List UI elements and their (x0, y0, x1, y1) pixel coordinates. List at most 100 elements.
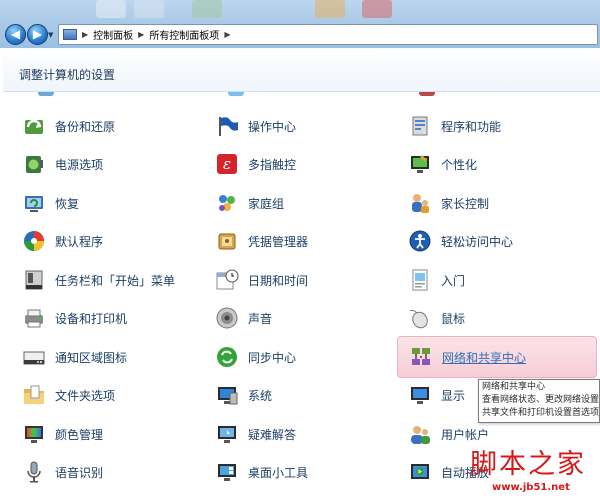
item-label: 家庭组 (248, 196, 285, 211)
partial-item-icon (419, 92, 435, 96)
item-label: 个性化 (441, 157, 478, 172)
recovery-icon (21, 190, 47, 216)
network-sharing-icon (408, 344, 434, 370)
item-multi-touch[interactable]: ε 多指触控 (214, 149, 296, 179)
action-center-icon (214, 113, 240, 139)
programs-features-icon (407, 113, 433, 139)
item-getting-started[interactable]: 入门 (407, 265, 465, 295)
display-icon (407, 382, 433, 408)
item-ease-of-access[interactable]: 轻松访问中心 (407, 226, 513, 256)
watermark-text: 脚本之家 (470, 449, 586, 480)
item-mouse[interactable]: 鼠标 (407, 303, 465, 333)
item-backup-restore[interactable]: 备份和还原 (21, 111, 115, 141)
item-desktop-gadgets[interactable]: 桌面小工具 (214, 457, 308, 487)
item-sound[interactable]: 声音 (214, 303, 272, 333)
item-label: 网络和共享中心 (442, 350, 527, 365)
item-label: 恢复 (55, 196, 80, 211)
address-bar[interactable]: ▶ 控制面板 ▶ 所有控制面板项 ▶ (58, 24, 598, 45)
item-action-center[interactable]: 操作中心 (214, 111, 296, 141)
date-time-icon (214, 267, 240, 293)
item-color-management[interactable]: 颜色管理 (21, 419, 103, 449)
user-accounts-icon (407, 421, 433, 447)
notification-area-icon (21, 344, 47, 370)
autoplay-icon (407, 459, 433, 485)
item-system[interactable]: 系统 (214, 380, 272, 410)
svg-text:ε: ε (223, 155, 231, 173)
sync-center-icon (214, 344, 240, 370)
back-button[interactable]: ◀ (5, 24, 26, 45)
speech-recognition-icon (21, 459, 47, 485)
item-date-time[interactable]: 日期和时间 (214, 265, 308, 295)
default-programs-icon (21, 228, 47, 254)
forward-button[interactable]: ▶ (27, 24, 48, 45)
item-folder-options[interactable]: 文件夹选项 (21, 380, 115, 410)
item-speech-recognition[interactable]: 语音识别 (21, 457, 103, 487)
item-sync-center[interactable]: 同步中心 (214, 342, 296, 372)
item-label: 文件夹选项 (55, 388, 116, 403)
system-icon (214, 382, 240, 408)
item-label: 电源选项 (55, 157, 104, 172)
tooltip-line: 共享文件和打印机设置首选项 (482, 408, 600, 418)
item-label: 颜色管理 (55, 427, 104, 442)
item-label: 同步中心 (248, 350, 297, 365)
item-personalization[interactable]: 个性化 (407, 149, 477, 179)
sound-icon (214, 305, 240, 331)
item-label: 操作中心 (248, 119, 297, 134)
item-taskbar-start-menu[interactable]: 任务栏和「开始」菜单 (21, 265, 175, 295)
page-header: 调整计算机的设置 (3, 48, 600, 92)
taskbar-start-menu-icon (21, 267, 47, 293)
desktop-gadgets-icon (214, 459, 240, 485)
chevron-right-icon[interactable]: ▶ (138, 30, 144, 39)
item-credential-manager[interactable]: 凭据管理器 (214, 226, 308, 256)
recent-pages-dropdown-icon[interactable]: ▼ (48, 30, 57, 40)
chevron-right-icon[interactable]: ▶ (224, 30, 230, 39)
item-label: 系统 (248, 388, 273, 403)
item-label: 鼠标 (441, 311, 466, 326)
item-default-programs[interactable]: 默认程序 (21, 226, 103, 256)
background-desktop-icon (192, 0, 222, 18)
breadcrumb-all-items[interactable]: 所有控制面板项 (149, 27, 219, 42)
control-panel-items: 备份和还原 电源选项 恢复 默认程序 任务栏和「开始」菜单 设备和打印机 通知区… (3, 92, 600, 499)
site-watermark: 脚本之家 www.jb51.net (470, 442, 600, 499)
personalization-icon (407, 151, 433, 177)
chevron-right-icon[interactable]: ▶ (82, 30, 88, 39)
item-parental-controls[interactable]: 家长控制 (407, 188, 489, 218)
item-label: 日期和时间 (248, 273, 309, 288)
item-troubleshooting[interactable]: 疑难解答 (214, 419, 296, 449)
item-notification-area-icons[interactable]: 通知区域图标 (21, 342, 127, 372)
item-label: 通知区域图标 (55, 350, 128, 365)
item-homegroup[interactable]: 家庭组 (214, 188, 284, 218)
background-desktop-icon (134, 0, 164, 18)
item-label: 用户帐户 (441, 427, 490, 442)
item-label: 默认程序 (55, 234, 104, 249)
item-label: 桌面小工具 (248, 465, 309, 480)
item-recovery[interactable]: 恢复 (21, 188, 79, 218)
item-label: 声音 (248, 311, 273, 326)
folder-options-icon (21, 382, 47, 408)
item-devices-printers[interactable]: 设备和打印机 (21, 303, 127, 333)
background-desktop-icon (362, 0, 392, 18)
item-display[interactable]: 显示 (407, 380, 465, 410)
item-label: 疑难解答 (248, 427, 297, 442)
item-label: 家长控制 (441, 196, 490, 211)
item-label: 凭据管理器 (248, 234, 309, 249)
item-label: 语音识别 (55, 465, 104, 480)
breadcrumb-control-panel[interactable]: 控制面板 (93, 27, 133, 42)
background-desktop-icon (96, 0, 126, 18)
devices-printers-icon (21, 305, 47, 331)
troubleshooting-icon (214, 421, 240, 447)
network-sharing-tooltip: 网络和共享中心 查看网络状态、更改网络设置 共享文件和打印机设置首选项 (478, 379, 600, 423)
item-label: 任务栏和「开始」菜单 (55, 273, 176, 288)
getting-started-icon (407, 267, 433, 293)
item-label: 入门 (441, 273, 466, 288)
item-label: 程序和功能 (441, 119, 502, 134)
tooltip-title: 网络和共享中心 (482, 382, 546, 392)
item-power-options[interactable]: 电源选项 (21, 149, 103, 179)
credential-manager-icon (214, 228, 240, 254)
control-panel-icon (63, 29, 77, 40)
mouse-icon (407, 305, 433, 331)
item-network-sharing-center[interactable]: 网络和共享中心 (397, 336, 597, 378)
item-label: 显示 (441, 388, 466, 403)
color-management-icon (21, 421, 47, 447)
item-programs-features[interactable]: 程序和功能 (407, 111, 501, 141)
